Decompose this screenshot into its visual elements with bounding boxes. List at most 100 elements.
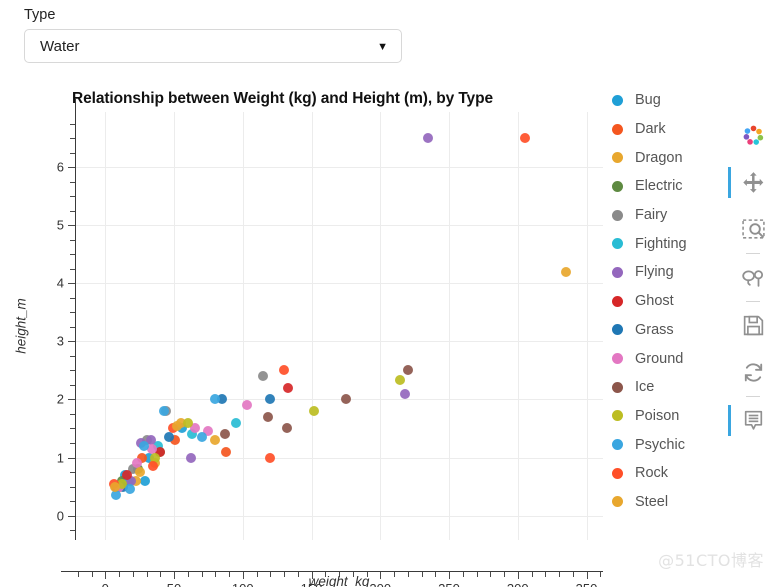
data-point[interactable] xyxy=(519,133,530,144)
legend-item[interactable]: Dark xyxy=(612,115,732,144)
legend-item[interactable]: Bug xyxy=(612,86,732,115)
type-select[interactable]: Water ▼ xyxy=(24,29,402,63)
legend-item-label: Dark xyxy=(635,121,666,138)
x-tick xyxy=(77,572,79,577)
chart-title: Relationship between Weight (kg) and Hei… xyxy=(72,90,493,107)
lasso-select-icon[interactable] xyxy=(733,254,773,301)
legend-item[interactable]: Electric xyxy=(612,172,732,201)
gridline-horizontal xyxy=(75,515,603,517)
chevron-down-icon: ▼ xyxy=(377,41,388,53)
data-point[interactable] xyxy=(148,461,159,472)
legend-item[interactable]: Steel xyxy=(612,488,732,517)
data-point[interactable] xyxy=(210,394,221,405)
data-point[interactable] xyxy=(394,375,405,386)
data-point[interactable] xyxy=(560,266,571,277)
legend-swatch-icon xyxy=(612,295,623,307)
legend-swatch-icon xyxy=(612,381,623,393)
legend-item[interactable]: Ghost xyxy=(612,287,732,316)
legend-item-label: Grass xyxy=(635,321,674,338)
reset-axes-icon[interactable] xyxy=(733,349,773,396)
legend-item[interactable]: Fighting xyxy=(612,229,732,258)
data-point[interactable] xyxy=(402,365,413,376)
data-point[interactable] xyxy=(221,446,232,457)
data-point[interactable] xyxy=(340,394,351,405)
hover-compare-icon[interactable] xyxy=(728,397,773,444)
data-point[interactable] xyxy=(210,435,221,446)
data-point[interactable] xyxy=(258,371,269,382)
legend-item[interactable]: Psychic xyxy=(612,430,732,459)
data-point[interactable] xyxy=(283,382,294,393)
data-point[interactable] xyxy=(281,423,292,434)
zoom-box-icon[interactable] xyxy=(733,206,773,253)
legend-item-label: Steel xyxy=(635,493,669,510)
data-point[interactable] xyxy=(230,417,241,428)
data-point[interactable] xyxy=(265,452,276,463)
x-tick-label: 250 xyxy=(438,581,460,587)
legend-item[interactable]: Flying xyxy=(612,258,732,287)
data-point[interactable] xyxy=(111,490,122,501)
legend-item[interactable]: Rock xyxy=(612,459,732,488)
legend-item-label: Bug xyxy=(635,92,661,109)
legend-item[interactable]: Dragon xyxy=(612,143,732,172)
legend-item[interactable]: Poison xyxy=(612,402,732,431)
y-axis-title: height_m xyxy=(13,298,29,354)
x-axis-title: weight_kg xyxy=(308,574,370,587)
data-point[interactable] xyxy=(185,452,196,463)
legend-item-label: Ghost xyxy=(635,293,674,310)
legend-item[interactable]: Grass xyxy=(612,316,732,345)
x-tick xyxy=(174,572,175,579)
y-tick xyxy=(68,515,75,517)
x-tick xyxy=(229,572,230,577)
data-point[interactable] xyxy=(262,411,273,422)
data-point[interactable] xyxy=(109,481,120,492)
data-point[interactable] xyxy=(159,406,170,417)
data-point[interactable] xyxy=(400,388,410,399)
y-tick xyxy=(70,355,75,357)
x-tick xyxy=(146,572,148,577)
plot-grid xyxy=(75,112,603,540)
x-tick xyxy=(517,572,519,579)
legend-swatch-icon xyxy=(612,180,623,192)
pan-icon[interactable] xyxy=(728,159,773,206)
gridline-vertical xyxy=(517,112,519,540)
plotly-logo-icon[interactable] xyxy=(733,112,773,159)
legend-item[interactable]: Fairy xyxy=(612,201,732,230)
data-point[interactable] xyxy=(182,417,193,428)
data-point[interactable] xyxy=(219,429,230,440)
legend-item[interactable]: Ground xyxy=(612,344,732,373)
gridline-horizontal xyxy=(75,225,603,227)
save-disk-icon[interactable] xyxy=(733,302,773,349)
data-point[interactable] xyxy=(196,432,207,443)
app-root: Type Water ▼ Relationship between Weight… xyxy=(0,0,780,587)
y-tick-label: 2 xyxy=(56,391,64,407)
data-point[interactable] xyxy=(171,420,182,431)
data-point[interactable] xyxy=(265,394,276,405)
data-point[interactable] xyxy=(423,133,434,144)
data-point[interactable] xyxy=(163,432,174,443)
data-point[interactable] xyxy=(134,467,145,478)
data-point[interactable] xyxy=(125,484,135,495)
data-point[interactable] xyxy=(241,400,252,411)
data-point[interactable] xyxy=(138,440,149,451)
y-tick xyxy=(70,196,75,198)
x-tick-label: 200 xyxy=(369,581,391,587)
gridline-horizontal xyxy=(75,341,603,343)
legend-swatch-icon xyxy=(612,324,623,336)
x-tick xyxy=(600,572,602,577)
x-tick xyxy=(160,572,162,577)
legend-swatch-icon xyxy=(612,467,623,479)
x-tick xyxy=(91,572,93,577)
data-point[interactable] xyxy=(279,365,289,376)
data-point[interactable] xyxy=(140,475,151,486)
legend-item[interactable]: Ice xyxy=(612,373,732,402)
x-tick xyxy=(572,572,574,577)
y-tick xyxy=(70,138,75,140)
data-point[interactable] xyxy=(309,406,320,417)
x-tick xyxy=(297,572,299,577)
legend-item-label: Rock xyxy=(635,465,669,482)
y-tick xyxy=(70,428,75,430)
plot-canvas[interactable]: 0501001502002503003500123456 weight_kg h… xyxy=(14,98,603,587)
watermark: @51CTO博客 xyxy=(658,551,764,570)
y-tick xyxy=(70,486,75,488)
gridline-vertical xyxy=(311,112,313,540)
